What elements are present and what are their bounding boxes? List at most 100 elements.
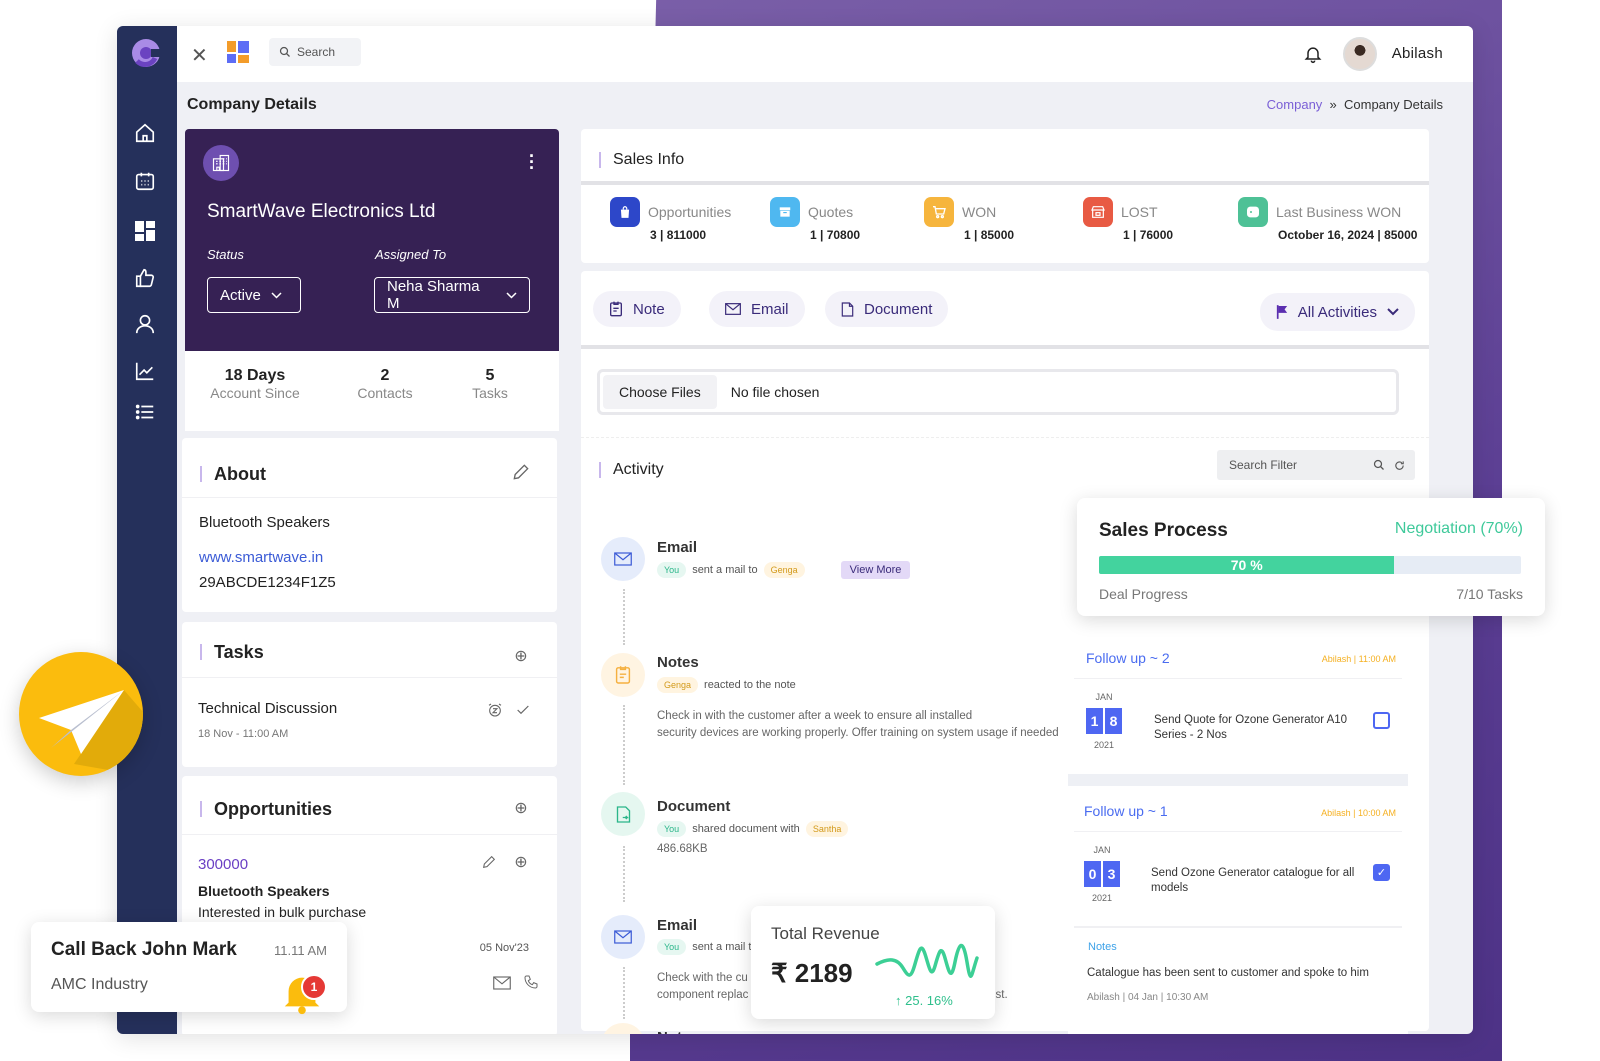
notes-activity-icon xyxy=(601,653,645,697)
followup-title: Follow up ~ 1 xyxy=(1084,803,1168,819)
notes-activity-icon xyxy=(601,1023,645,1034)
user-name[interactable]: Abilash xyxy=(1392,45,1443,62)
breadcrumb-company[interactable]: Company xyxy=(1267,97,1323,112)
sales-last-business-won[interactable]: Last Business WON October 16, 2024 | 850… xyxy=(1238,197,1417,242)
followup-checkbox[interactable] xyxy=(1373,712,1390,729)
tasks-title: Tasks xyxy=(200,643,264,661)
choose-files-button[interactable]: Choose Files xyxy=(603,375,717,409)
breadcrumb-current: Company Details xyxy=(1344,97,1443,112)
sales-lost[interactable]: LOST 1 | 76000 xyxy=(1083,197,1173,242)
sales-won[interactable]: WON 1 | 85000 xyxy=(924,197,1014,242)
chevron-down-icon xyxy=(1387,308,1399,316)
send-plane-icon[interactable] xyxy=(19,652,143,776)
notes-label: Notes xyxy=(1088,941,1117,953)
dashboard-icon[interactable] xyxy=(133,219,157,243)
add-icon[interactable]: ⊕ xyxy=(511,852,531,872)
assigned-dropdown[interactable]: Neha Sharma M xyxy=(374,277,530,313)
followup-date: JAN 18 2021 xyxy=(1086,692,1122,750)
quote-box-icon xyxy=(770,197,800,227)
topbar: ✕ Search Abilash xyxy=(177,26,1473,82)
followup-meta: Abilash | 11:00 AM xyxy=(1321,654,1396,664)
building-icon xyxy=(203,145,239,181)
email-activity-icon xyxy=(601,915,645,959)
status-dropdown[interactable]: Active xyxy=(207,277,301,313)
activity-search-input[interactable]: Search Filter xyxy=(1217,450,1415,480)
list-icon[interactable] xyxy=(133,400,157,424)
all-activities-dropdown[interactable]: All Activities xyxy=(1259,293,1415,331)
status-value: Active xyxy=(220,286,261,304)
home-icon[interactable] xyxy=(133,121,157,145)
sales-quotes[interactable]: Quotes 1 | 70800 xyxy=(770,197,860,242)
calendar-icon[interactable] xyxy=(133,169,157,193)
sales-opportunities[interactable]: Opportunities 3 | 811000 xyxy=(610,197,731,242)
activity-type: Notes xyxy=(657,1029,699,1034)
sales-stage: Negotiation (70%) xyxy=(1394,520,1523,537)
opportunities-title: Opportunities xyxy=(200,800,332,818)
activity-summary: Genga reacted to the note xyxy=(657,677,796,693)
deal-tasks-count: 7/10 Tasks xyxy=(1456,586,1523,602)
deal-progress-bar: 70 % xyxy=(1099,556,1521,574)
search-icon xyxy=(279,46,290,57)
about-card: About Bluetooth Speakers www.smartwave.i… xyxy=(182,438,557,612)
document-activity-icon xyxy=(601,792,645,836)
revenue-sparkline xyxy=(875,943,979,978)
activity-summary: You sent a mail to Genga View More xyxy=(657,561,911,579)
assigned-label: Assigned To xyxy=(375,247,447,262)
document-button[interactable]: Document xyxy=(825,291,949,327)
snooze-alarm-icon[interactable] xyxy=(487,702,503,718)
deal-progress-label: Deal Progress xyxy=(1099,586,1188,602)
company-stats: 18 Days Account Since 2 Contacts 5 Tasks xyxy=(185,351,559,431)
followup-text: Send Quote for Ozone Generator A10 Serie… xyxy=(1154,714,1348,741)
file-input[interactable]: Choose Files No file chosen xyxy=(597,369,1399,415)
email-button[interactable]: Email xyxy=(709,291,805,327)
sales-process-card: Sales Process Negotiation (70%) 70 % Dea… xyxy=(1077,498,1545,616)
notification-bell-icon[interactable] xyxy=(1303,43,1323,65)
notification-badge: 1 xyxy=(301,974,327,1000)
about-category: Bluetooth Speakers xyxy=(199,514,330,531)
company-card: · · · SmartWave Electronics Ltd Status Ass… xyxy=(185,129,559,351)
chart-icon[interactable] xyxy=(133,359,157,383)
apps-icon[interactable] xyxy=(227,41,249,63)
view-more-button[interactable]: View More xyxy=(840,561,911,579)
opportunity-product: Bluetooth Speakers xyxy=(198,883,330,899)
close-icon[interactable]: ✕ xyxy=(191,43,208,68)
store-icon xyxy=(1083,197,1113,227)
chevron-down-icon xyxy=(271,291,282,299)
opportunity-amount[interactable]: 300000 xyxy=(198,856,248,873)
activity-body-tail: ist. xyxy=(993,989,1008,1001)
stat-tasks: 5 Tasks xyxy=(472,367,508,401)
followup-note: Catalogue has been sent to customer and … xyxy=(1087,967,1369,979)
thumbs-up-icon[interactable] xyxy=(133,266,157,290)
call-reminder-card[interactable]: Call Back John Mark 11.11 AM AMC Industr… xyxy=(31,922,347,1015)
stat-account-since: 18 Days Account Since xyxy=(210,367,300,401)
website-link[interactable]: www.smartwave.in xyxy=(199,549,323,566)
more-options-icon[interactable]: · · · xyxy=(529,147,535,177)
gstin: 29ABCDE1234F1Z5 xyxy=(199,574,336,591)
activity-type: Email xyxy=(657,539,698,556)
avatar[interactable] xyxy=(1343,37,1377,71)
user-icon[interactable] xyxy=(133,312,157,336)
refresh-icon[interactable] xyxy=(1394,460,1405,471)
edit-icon[interactable] xyxy=(481,854,497,870)
deal-progress-fill: 70 % xyxy=(1099,556,1395,574)
page-title: Company Details xyxy=(187,96,317,113)
check-icon[interactable] xyxy=(515,702,531,718)
mail-icon[interactable] xyxy=(493,976,511,990)
opportunity-note: Interested in bulk purchase xyxy=(198,904,367,920)
tasks-card: Tasks ⊕ Technical Discussion 18 Nov - 11… xyxy=(182,622,557,767)
search-input[interactable]: Search xyxy=(269,38,361,66)
revenue-value: ₹ 2189 xyxy=(771,958,853,988)
phone-icon[interactable] xyxy=(523,974,539,990)
followup-checkbox-checked[interactable]: ✓ xyxy=(1373,864,1390,881)
activity-title: Activity xyxy=(599,462,664,478)
search-icon[interactable] xyxy=(1373,459,1385,471)
edit-icon[interactable] xyxy=(511,462,531,482)
note-button[interactable]: Note xyxy=(593,291,681,327)
add-opportunity-icon[interactable]: ⊕ xyxy=(511,798,531,818)
add-task-icon[interactable]: ⊕ xyxy=(511,646,531,666)
app-logo-icon xyxy=(132,39,163,67)
followups-panel: Follow up ~ 2 Abilash | 11:00 AM JAN 18 … xyxy=(1068,616,1408,1034)
followup-text: Send Ozone Generator catalogue for all m… xyxy=(1151,867,1355,894)
company-name: SmartWave Electronics Ltd xyxy=(207,201,436,222)
assigned-value: Neha Sharma M xyxy=(387,278,480,312)
